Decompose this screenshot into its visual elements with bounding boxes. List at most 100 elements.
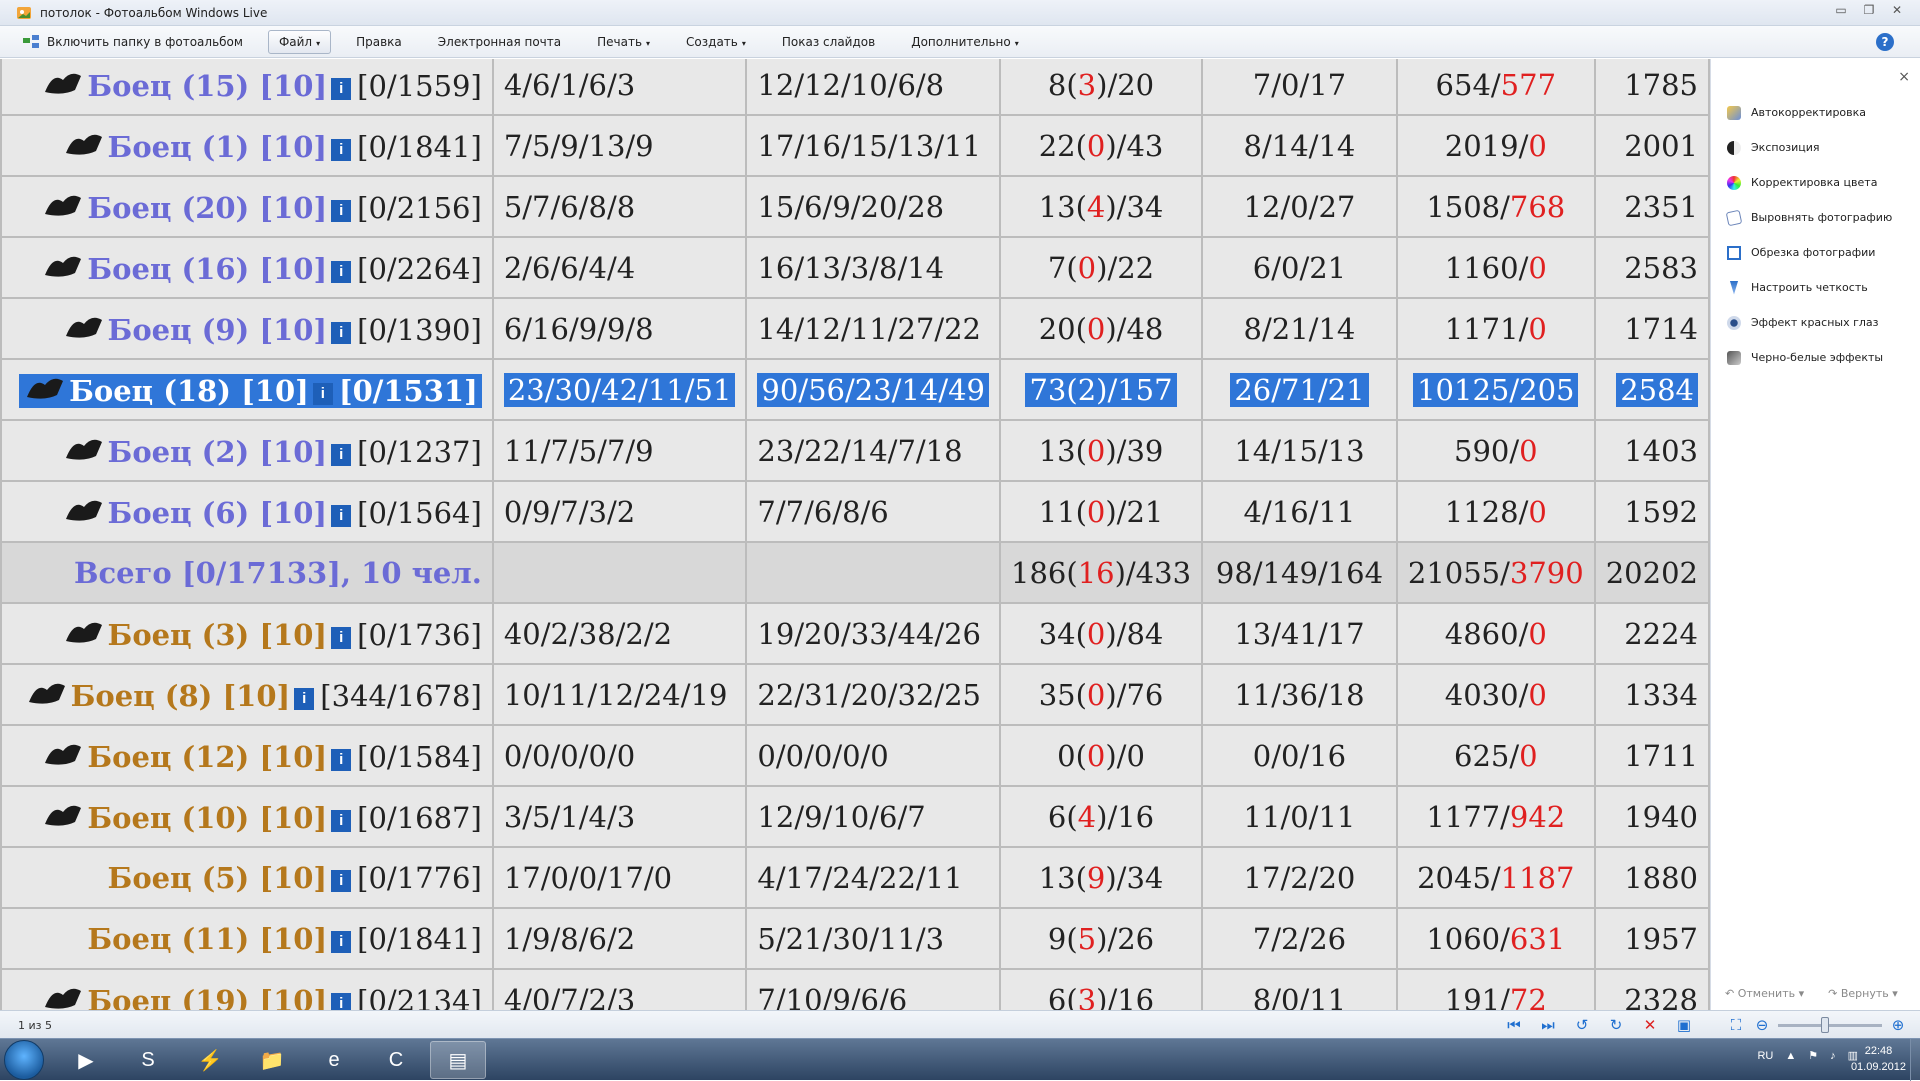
fix-redeye[interactable]: Эффект красных глаз	[1727, 305, 1892, 340]
app-cf-icon[interactable]: C	[368, 1041, 424, 1079]
slideshow-icon[interactable]: ▣	[1674, 1015, 1694, 1035]
info-icon[interactable]: i	[331, 261, 352, 283]
fighter-cell[interactable]: Боец (10) [10] i [0/1687]	[0, 785, 494, 848]
info-icon[interactable]: i	[331, 869, 352, 892]
fighter-cell[interactable]: Боец (11) [10] i [0/1841]	[0, 907, 494, 970]
photo-gallery-taskbar-icon[interactable]: ▤	[430, 1041, 486, 1079]
tray-arrow-icon[interactable]: ▲	[1785, 1050, 1796, 1062]
fighter-cell[interactable]: Боец (3) [10] i [0/1736]	[0, 602, 494, 665]
close-window-button[interactable]: ✕	[1886, 2, 1908, 18]
info-icon[interactable]: i	[331, 139, 352, 161]
fighter-name[interactable]: Боец (9) [10]	[108, 313, 328, 347]
rotate-left-icon[interactable]: ↺	[1572, 1015, 1592, 1035]
show-desktop-button[interactable]	[1910, 1039, 1920, 1081]
fighter-name[interactable]: Боец (6) [10]	[108, 496, 328, 530]
info-icon[interactable]: i	[331, 810, 352, 832]
fighter-name[interactable]: Боец (12) [10]	[87, 740, 327, 774]
stat-c-value: 20(0)/48	[1039, 312, 1164, 346]
winamp-icon[interactable]: ⚡	[182, 1041, 238, 1079]
fit-icon[interactable]: ⛶	[1726, 1015, 1746, 1035]
undo-button[interactable]: ↶ Отменить ▾	[1725, 987, 1804, 1000]
minimize-button[interactable]: ▭	[1830, 2, 1852, 18]
fighter-cell[interactable]: Боец (9) [10] i [0/1390]	[0, 297, 494, 360]
clock[interactable]: 22:48 01.09.2012	[1851, 1043, 1906, 1075]
rotate-right-icon[interactable]: ↻	[1606, 1015, 1626, 1035]
fighter-name[interactable]: Боец (18) [10]	[69, 374, 309, 408]
info-icon[interactable]: i	[331, 444, 352, 466]
fighter-cell[interactable]: Боец (20) [10] i [0/2156]	[0, 175, 494, 238]
fix-bw[interactable]: Черно-белые эффекты	[1727, 340, 1892, 375]
info-icon[interactable]: i	[331, 505, 352, 527]
fighter-cell[interactable]: Боец (5) [10] i [0/1776]	[0, 846, 494, 909]
fighter-name[interactable]: Боец (2) [10]	[108, 435, 328, 469]
extra-menu[interactable]: Дополнительно ▾	[900, 30, 1030, 54]
file-menu[interactable]: Файл ▾	[267, 29, 332, 54]
fighter-cell[interactable]: Боец (16) [10] i [0/2264]	[0, 236, 494, 299]
stat-f-cell: 1334	[1593, 663, 1710, 726]
volume-icon[interactable]: ♪	[1830, 1050, 1836, 1062]
photo-viewport[interactable]: Боец (15) [10] i [0/1559] 4/6/1/6/3 12/12/10…	[0, 59, 1710, 1010]
internet-explorer-icon[interactable]: e	[306, 1041, 362, 1079]
fighter-cell[interactable]: Боец (15) [10] i [0/1559]	[0, 59, 494, 116]
fighter-name[interactable]: Боец (8) [10]	[71, 679, 291, 713]
fix-sharpen[interactable]: Настроить четкость	[1727, 270, 1892, 305]
fighter-name[interactable]: Боец (15) [10]	[87, 69, 327, 103]
language-indicator[interactable]: RU	[1757, 1050, 1773, 1062]
email-menu[interactable]: Электронная почта	[427, 30, 572, 54]
fighter-name[interactable]: Боец (16) [10]	[87, 252, 327, 286]
info-icon[interactable]: i	[331, 749, 352, 771]
zoom-slider-thumb[interactable]	[1821, 1016, 1830, 1033]
fix-straighten[interactable]: Выровнять фотографию	[1725, 200, 1892, 235]
slideshow-menu[interactable]: Показ слайдов	[771, 30, 886, 54]
fix-autocorrect[interactable]: Автокорректировка	[1727, 95, 1892, 130]
fix-crop[interactable]: Обрезка фотографии	[1727, 235, 1892, 270]
fighter-name[interactable]: Боец (19) [10]	[87, 984, 327, 1010]
info-icon[interactable]: i	[331, 930, 352, 953]
restore-button[interactable]: ❐	[1858, 2, 1880, 18]
start-button[interactable]	[4, 1040, 44, 1080]
info-icon[interactable]: i	[331, 78, 352, 100]
glyph-icon	[62, 493, 106, 527]
fighter-cell[interactable]: Боец (19) [10] i [0/2134]	[0, 968, 494, 1010]
delete-icon[interactable]: ✕	[1640, 1015, 1660, 1035]
info-icon[interactable]: i	[331, 322, 352, 344]
fighter-cell[interactable]: Боец (1) [10] i [0/1841]	[0, 114, 494, 177]
info-icon[interactable]: i	[331, 627, 352, 649]
zoom-out-icon[interactable]: ⊖	[1752, 1015, 1772, 1035]
stat-c-value: 8(3)/20	[1048, 68, 1154, 102]
fighter-cell[interactable]: Боец (18) [10] i [0/1531]	[0, 358, 494, 421]
fighter-name[interactable]: Боец (1) [10]	[108, 130, 328, 164]
fighter-name[interactable]: Боец (11) [10]	[87, 922, 327, 956]
info-icon[interactable]: i	[331, 993, 352, 1010]
zoom-slider[interactable]	[1778, 1016, 1882, 1033]
explorer-folder-icon[interactable]: 📁	[244, 1041, 300, 1079]
fighter-name[interactable]: Боец (20) [10]	[87, 191, 327, 225]
zoom-in-icon[interactable]: ⊕	[1888, 1015, 1908, 1035]
fighter-name[interactable]: Боец (3) [10]	[108, 618, 328, 652]
next-icon[interactable]: ⏭	[1538, 1015, 1558, 1035]
fix-exposure[interactable]: Экспозиция	[1727, 130, 1892, 165]
fighter-cell[interactable]: Боец (6) [10] i [0/1564]	[0, 480, 494, 543]
fighter-cell[interactable]: Боец (2) [10] i [0/1237]	[0, 419, 494, 482]
fighter-name[interactable]: Боец (5) [10]	[108, 861, 328, 895]
redo-button[interactable]: ↷ Вернуть ▾	[1828, 987, 1898, 1000]
info-icon[interactable]: i	[312, 383, 333, 405]
fighter-cell[interactable]: Боец (12) [10] i [0/1584]	[0, 724, 494, 787]
info-icon[interactable]: i	[331, 200, 352, 222]
info-icon[interactable]: i	[294, 688, 315, 710]
action-center-flag-icon[interactable]: ⚑	[1808, 1049, 1818, 1062]
previous-icon[interactable]: ⏮	[1504, 1015, 1524, 1035]
fix-color[interactable]: Корректировка цвета	[1727, 165, 1892, 200]
media-player-icon[interactable]: ▶	[58, 1041, 114, 1079]
help-button[interactable]: ?	[1876, 33, 1894, 51]
create-menu[interactable]: Создать ▾	[675, 30, 757, 54]
fighter-highlight: Боец (18) [10] i [0/1531]	[19, 374, 482, 408]
edit-menu[interactable]: Правка	[345, 30, 413, 54]
fighter-cell[interactable]: Боец (8) [10] i [344/1678]	[0, 663, 494, 726]
include-folder-button[interactable]: Включить папку в фотоальбом	[12, 30, 254, 54]
print-menu[interactable]: Печать ▾	[586, 30, 661, 54]
bat-icon	[41, 737, 85, 771]
close-panel-button[interactable]: ×	[1898, 69, 1910, 85]
skype-icon[interactable]: S	[120, 1041, 176, 1079]
fighter-name[interactable]: Боец (10) [10]	[87, 801, 327, 835]
